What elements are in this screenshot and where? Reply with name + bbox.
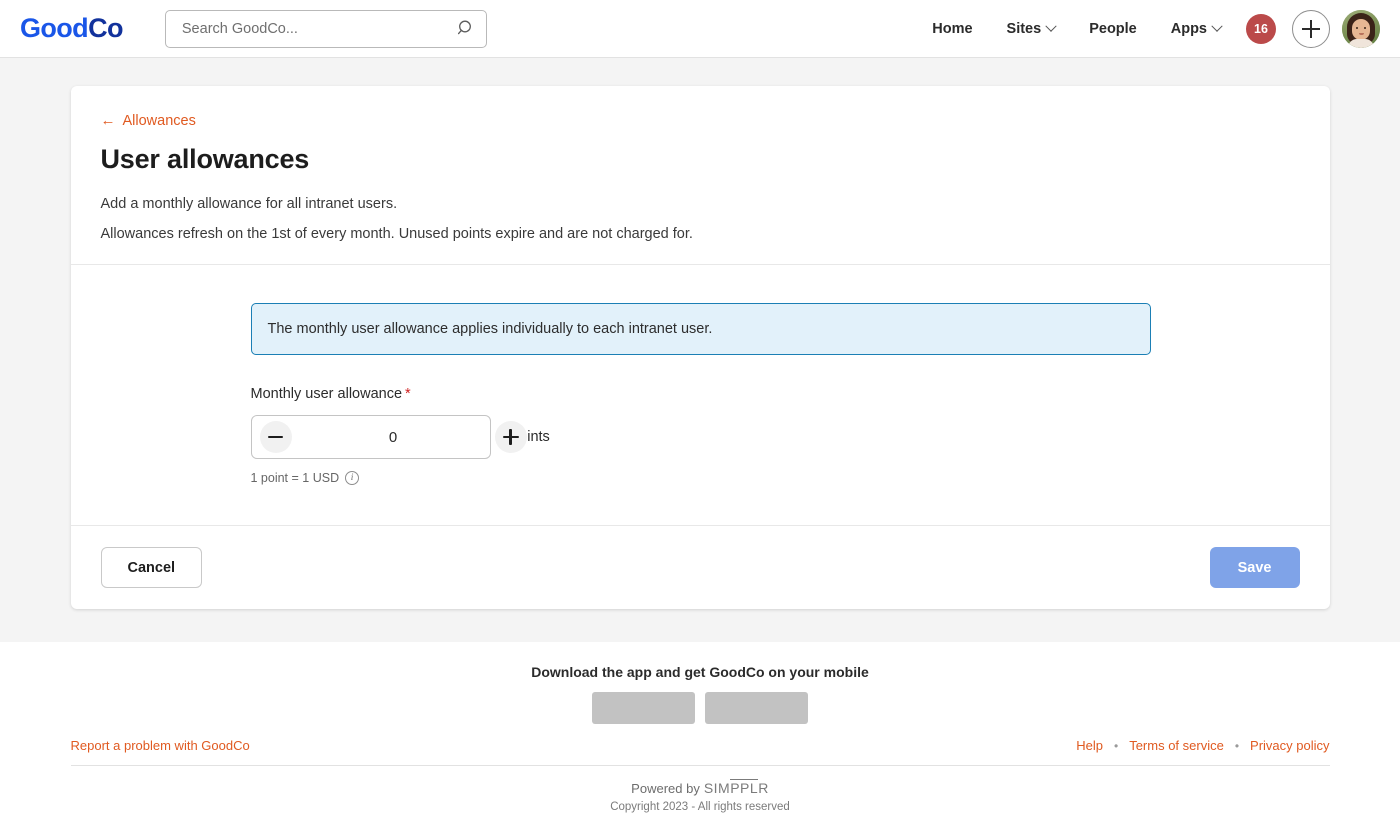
page-description-2: Allowances refresh on the 1st of every m… [101,226,1300,242]
nav-item-home[interactable]: Home [915,21,989,37]
logo-text-secondary: Co [88,13,123,43]
required-marker: * [405,386,411,402]
simpplr-part-2: PPL [730,779,758,796]
create-new-button[interactable] [1292,10,1330,48]
card-footer: Cancel Save [71,525,1330,609]
conversion-hint: 1 point = 1 USD i [251,471,1300,485]
chevron-down-icon [1046,20,1057,31]
avatar-face [1352,19,1370,40]
page-description-1: Add a monthly allowance for all intranet… [101,196,1300,212]
separator-dot: • [1235,739,1239,753]
conversion-hint-text: 1 point = 1 USD [251,471,340,485]
footer-links-row: Report a problem with GoodCo Help • Term… [71,738,1330,766]
allowance-stepper-row: Points [251,415,1300,459]
separator-dot: • [1114,739,1118,753]
allowance-value-input[interactable] [292,428,495,447]
powered-by-row: Powered by SIMPPLR [0,780,1400,796]
arrow-left-icon: ← [101,113,116,128]
privacy-policy-link[interactable]: Privacy policy [1250,738,1329,753]
nav-item-home-label: Home [932,21,972,37]
simpplr-part-1: SIM [704,780,730,796]
quantity-stepper[interactable] [251,415,491,459]
search-bar[interactable] [165,10,487,48]
logo-text-primary: Good [20,13,88,43]
app-store-badge-2[interactable] [705,692,808,724]
nav-item-apps[interactable]: Apps [1154,21,1238,37]
nav-item-sites-label: Sites [1007,21,1042,37]
help-link[interactable]: Help [1076,738,1103,753]
chevron-down-icon [1211,20,1222,31]
terms-of-service-link[interactable]: Terms of service [1129,738,1224,753]
simpplr-wordmark: SIMPPLR [704,780,769,796]
cancel-button[interactable]: Cancel [101,547,203,588]
allowance-field-label: Monthly user allowance* [251,386,1300,402]
card-body: The monthly user allowance applies indiv… [71,265,1330,525]
main-nav: Home Sites People Apps 16 [915,10,1380,48]
user-avatar[interactable] [1342,10,1380,48]
report-problem-link[interactable]: Report a problem with GoodCo [71,738,250,753]
back-to-allowances-link[interactable]: ← Allowances [101,113,196,129]
nav-item-apps-label: Apps [1171,21,1207,37]
card-header: ← Allowances User allowances Add a month… [71,86,1330,265]
app-logo[interactable]: GoodCo [20,13,123,44]
app-store-badges [0,692,1400,724]
top-navigation-bar: GoodCo Home Sites People Apps 16 [0,0,1400,58]
nav-item-sites[interactable]: Sites [990,21,1073,37]
footer-legal-links: Help • Terms of service • Privacy policy [1076,738,1329,753]
info-banner: The monthly user allowance applies indiv… [251,303,1151,355]
form-inner: The monthly user allowance applies indiv… [251,303,1300,485]
allowance-field-label-text: Monthly user allowance [251,386,403,402]
page-title: User allowances [101,144,1300,175]
decrement-button[interactable] [260,421,292,453]
allowances-card: ← Allowances User allowances Add a month… [71,86,1330,609]
app-download-promo: Download the app and get GoodCo on your … [0,664,1400,680]
simpplr-part-3: R [758,780,769,796]
copyright-text: Copyright 2023 - All rights reserved [0,801,1400,813]
avatar-eye-right [1364,27,1366,29]
powered-by-label: Powered by [631,781,700,796]
page-footer: Download the app and get GoodCo on your … [0,642,1400,813]
avatar-eye-left [1356,27,1358,29]
notification-badge[interactable]: 16 [1246,14,1276,44]
avatar-mouth [1359,33,1364,35]
nav-item-people[interactable]: People [1072,21,1154,37]
save-button[interactable]: Save [1210,547,1300,588]
info-icon[interactable]: i [345,471,359,485]
nav-item-people-label: People [1089,21,1137,37]
back-link-label: Allowances [123,113,196,129]
increment-button[interactable] [495,421,527,453]
search-input[interactable] [180,20,457,38]
app-store-badge-1[interactable] [592,692,695,724]
search-icon[interactable] [457,19,476,38]
avatar-shoulders [1348,39,1374,48]
page-container: ← Allowances User allowances Add a month… [0,58,1400,642]
